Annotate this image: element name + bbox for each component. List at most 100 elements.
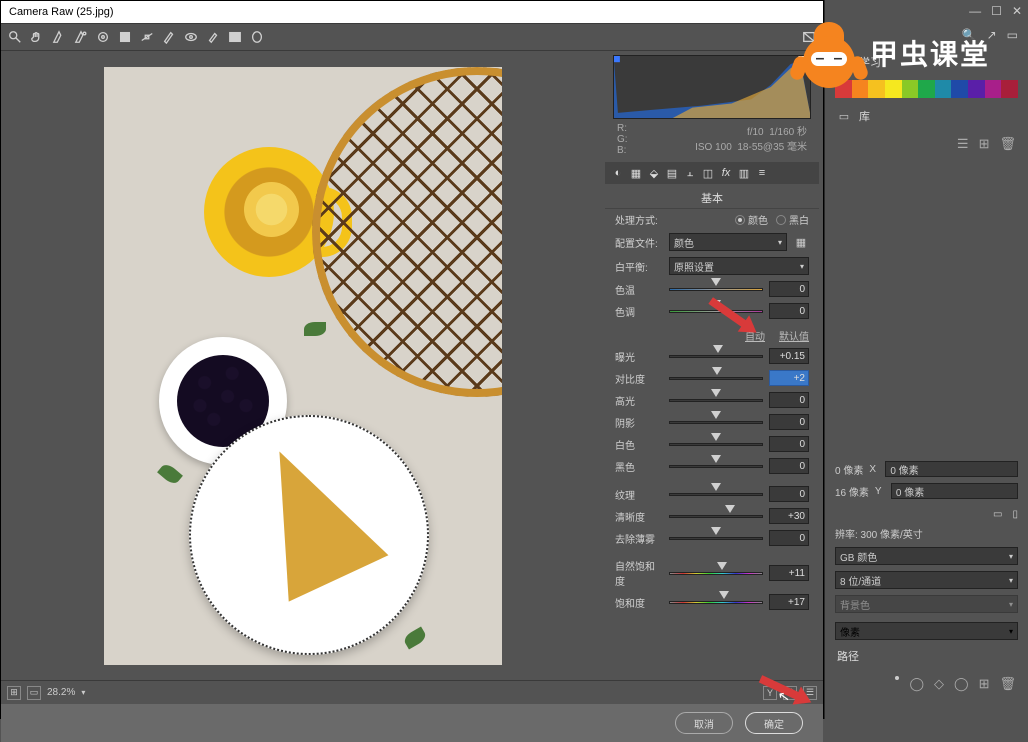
portrait-icon[interactable]: ▯ (1012, 509, 1018, 520)
window-title: Camera Raw (25.jpg) (9, 6, 114, 18)
straighten-tool-icon[interactable] (139, 29, 155, 45)
adjustments-panel: R: G: B: f/10 1/160 秒 ISO 100 18-55@35 毫… (605, 51, 823, 680)
clarity-slider[interactable] (669, 509, 763, 523)
dehaze-value[interactable]: 0 (769, 530, 809, 546)
treatment-label: 处理方式: (615, 212, 663, 227)
adjustment-brush-icon[interactable] (205, 29, 221, 45)
spot-removal-tool-icon[interactable] (161, 29, 177, 45)
y-field[interactable]: 0 像素 (891, 483, 1018, 499)
ok-button[interactable]: 确定 (745, 712, 803, 734)
meta-b: B: (617, 145, 628, 156)
list-icon[interactable]: ☰ (957, 136, 969, 152)
zoom-tool-icon[interactable] (7, 29, 23, 45)
titlebar: Camera Raw (25.jpg) (1, 1, 823, 23)
minimize-icon[interactable]: — (969, 4, 981, 18)
saturation-slider[interactable] (669, 595, 763, 609)
redeye-tool-icon[interactable] (183, 29, 199, 45)
zoom-level[interactable]: 28.2% (47, 687, 75, 698)
colormode-select[interactable]: GB 颜色▾ (835, 547, 1018, 565)
highlights-value[interactable]: 0 (769, 392, 809, 408)
main-area: R: G: B: f/10 1/160 秒 ISO 100 18-55@35 毫… (1, 51, 823, 680)
add-icon[interactable]: ◯ (954, 676, 969, 692)
treatment-row: 处理方式: 颜色 黑白 (605, 209, 819, 230)
new-icon[interactable]: ⊞ (979, 136, 990, 152)
paths-panel-item[interactable]: 路径 (825, 646, 1028, 670)
exposure-value[interactable]: +0.15 (769, 348, 809, 364)
x-field[interactable]: 0 像素 (885, 461, 1018, 477)
clarity-value[interactable]: +30 (769, 508, 809, 524)
meta-r: R: (617, 123, 628, 134)
shadows-slider[interactable] (669, 415, 763, 429)
maximize-icon[interactable]: ☐ (991, 4, 1002, 18)
view-single-icon[interactable]: ▭ (27, 686, 41, 700)
color-sampler-tool-icon[interactable] (73, 29, 89, 45)
preview-area[interactable] (1, 51, 605, 680)
tab-split-icon[interactable]: ⫠ (683, 166, 697, 180)
toolbar (1, 23, 823, 51)
graduated-filter-icon[interactable] (227, 29, 243, 45)
highlights-slider[interactable] (669, 393, 763, 407)
blacks-slider[interactable] (669, 459, 763, 473)
temp-value[interactable]: 0 (769, 281, 809, 297)
section-title: 基本 (605, 188, 819, 209)
temp-slider[interactable] (669, 282, 763, 296)
delete-icon[interactable]: 🗑 (999, 676, 1016, 692)
vibrance-value[interactable]: +11 (769, 565, 809, 581)
target-adjust-tool-icon[interactable] (95, 29, 111, 45)
meta-g: G: (617, 134, 628, 145)
host-panel: — ☐ ✕ 🔍 ↗ ▭ 💡学习 ▭库 ☰ ⊞ 🗑 0 像素X0 像素 16 像素… (824, 0, 1028, 719)
panel-tabs: ◐ ▦ ⬙ ▤ ⫠ ◫ fx ▥ ≡ (605, 162, 819, 184)
blacks-value[interactable]: 0 (769, 458, 809, 474)
radial-filter-icon[interactable] (249, 29, 265, 45)
profile-row: 配置文件: 颜色▾ ▦ (605, 230, 819, 254)
exposure-slider[interactable] (669, 349, 763, 363)
bgcolor-select[interactable]: 背景色▾ (835, 595, 1018, 613)
new-path-icon[interactable]: ◯ (909, 676, 924, 692)
tint-value[interactable]: 0 (769, 303, 809, 319)
tab-presets-icon[interactable]: ≡ (755, 166, 769, 180)
default-link[interactable]: 默认值 (779, 328, 809, 343)
whites-slider[interactable] (669, 437, 763, 451)
vibrance-slider[interactable] (669, 566, 763, 580)
artboard-icon[interactable]: ▭ (993, 509, 1002, 520)
tab-hsl-icon[interactable]: ▤ (665, 166, 679, 180)
cancel-button[interactable]: 取消 (675, 712, 733, 734)
white-balance-tool-icon[interactable] (51, 29, 67, 45)
wb-select[interactable]: 原照设置▾ (669, 257, 809, 275)
treatment-bw-radio[interactable]: 黑白 (776, 212, 809, 227)
mask-icon[interactable]: ◇ (934, 676, 944, 692)
contrast-value[interactable]: +2 (769, 370, 809, 386)
document-info: 0 像素X0 像素 16 像素Y0 像素 ▭ ▯ 辨率: 300 像素/英寸 G… (825, 458, 1028, 616)
contrast-slider[interactable] (669, 371, 763, 385)
camera-raw-window: Camera Raw (25.jpg) (0, 0, 824, 719)
statusbar: ⊞ ▭ 28.2% ▾ Y ⇄ ☰ (1, 680, 823, 704)
profile-label: 配置文件: (615, 235, 663, 250)
whites-value[interactable]: 0 (769, 436, 809, 452)
channels-select[interactable]: 8 位/通道▾ (835, 571, 1018, 589)
tab-curve-icon[interactable]: ▦ (629, 166, 643, 180)
tab-detail-icon[interactable]: ⬙ (647, 166, 661, 180)
shadows-value[interactable]: 0 (769, 414, 809, 430)
hand-tool-icon[interactable] (29, 29, 45, 45)
crop-tool-icon[interactable] (117, 29, 133, 45)
texture-value[interactable]: 0 (769, 486, 809, 502)
tab-calibration-icon[interactable]: ▥ (737, 166, 751, 180)
new-layer-icon[interactable]: ⊞ (979, 676, 990, 692)
histogram[interactable] (613, 55, 811, 119)
tab-effects-icon[interactable]: fx (719, 166, 733, 180)
watermark-logo: 甲虫课堂 (794, 18, 990, 88)
tab-basic-icon[interactable]: ◐ (611, 166, 625, 180)
profile-select[interactable]: 颜色▾ (669, 233, 787, 251)
texture-slider[interactable] (669, 487, 763, 501)
trash-icon[interactable]: 🗑 (999, 136, 1016, 152)
tab-lens-icon[interactable]: ◫ (701, 166, 715, 180)
library-panel-item[interactable]: ▭库 (825, 102, 1028, 130)
dehaze-slider[interactable] (669, 531, 763, 545)
workspace-icon[interactable]: ▭ (1007, 28, 1018, 42)
view-grid-icon[interactable]: ⊞ (7, 686, 21, 700)
unit-select[interactable]: 像素▾ (835, 622, 1018, 640)
profile-browse-icon[interactable]: ▦ (793, 234, 809, 250)
close-icon[interactable]: ✕ (1012, 4, 1022, 18)
treatment-color-radio[interactable]: 颜色 (735, 212, 768, 227)
saturation-value[interactable]: +17 (769, 594, 809, 610)
